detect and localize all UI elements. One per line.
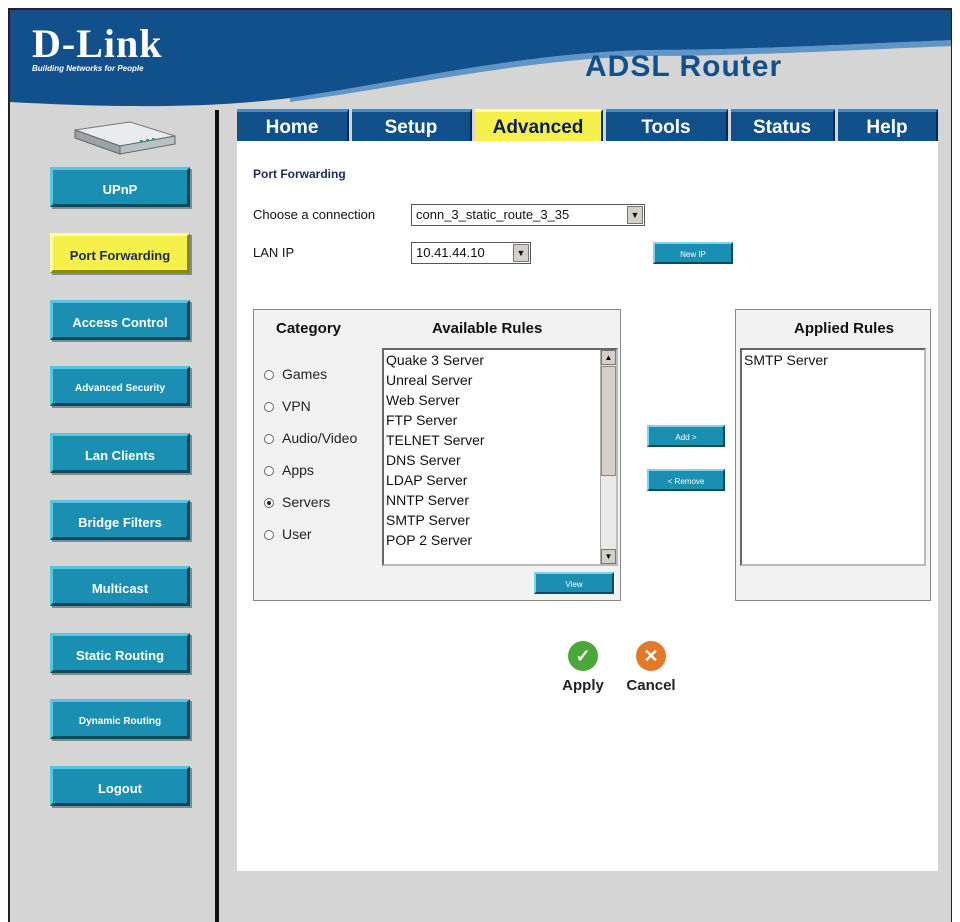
category-radio-apps[interactable]: Apps [264,462,314,478]
radio-label: User [282,526,312,542]
list-item[interactable]: Unreal Server [384,370,616,390]
list-item[interactable]: TELNET Server [384,430,616,450]
category-radio-vpn[interactable]: VPN [264,398,311,414]
sidebar-item-static-routing[interactable]: Static Routing [50,633,190,673]
scroll-thumb[interactable] [601,366,616,476]
new-ip-button[interactable]: New IP [653,242,733,264]
tab-status[interactable]: Status [731,109,835,141]
radio-icon [264,530,274,541]
available-rules-list[interactable]: Quake 3 Server Unreal Server Web Server … [382,348,618,566]
radio-label: VPN [282,398,311,414]
cancel-button[interactable]: ✕ Cancel [619,641,683,694]
remove-rule-button[interactable]: < Remove [647,469,725,491]
main-content: Port Forwarding Choose a connection conn… [237,141,938,871]
sidebar-item-dynamic-routing[interactable]: Dynamic Routing [50,699,190,739]
list-item[interactable]: Web Server [384,390,616,410]
tab-tools[interactable]: Tools [606,109,728,141]
radio-icon [264,434,274,445]
list-item[interactable]: Quake 3 Server [384,350,616,370]
sidebar-item-port-forwarding[interactable]: Port Forwarding [50,233,190,273]
list-item[interactable]: POP 2 Server [384,530,616,550]
radio-label: Games [282,366,328,382]
checkmark-icon: ✓ [568,641,598,671]
list-item[interactable]: DNS Server [384,450,616,470]
available-rules-header: Available Rules [432,320,543,337]
lan-ip-select[interactable]: 10.41.44.10 ▼ [411,242,531,264]
radio-label: Apps [282,462,314,478]
sidebar-divider [215,110,219,922]
cancel-label: Cancel [626,677,676,694]
sidebar-item-lan-clients[interactable]: Lan Clients [50,433,190,473]
chevron-down-icon: ▼ [513,244,529,262]
sidebar-item-access-control[interactable]: Access Control [50,300,190,340]
category-radio-audio-video[interactable]: Audio/Video [264,430,357,446]
list-item[interactable]: LDAP Server [384,470,616,490]
applied-rules-panel: Applied Rules SMTP Server [735,309,931,601]
radio-icon [264,370,274,381]
view-button[interactable]: View [534,572,614,594]
dlink-logo: D-Link Building Networks for People [32,21,163,74]
sidebar-item-bridge-filters[interactable]: Bridge Filters [50,500,190,540]
close-icon: ✕ [636,641,666,671]
list-item[interactable]: SMTP Server [384,510,616,530]
page-frame: D-Link Building Networks for People ADSL… [8,8,952,922]
list-item[interactable]: SMTP Server [742,350,924,370]
add-rule-button[interactable]: Add > [647,425,725,447]
applied-rules-header: Applied Rules [794,320,895,337]
connection-select[interactable]: conn_3_static_route_3_35 ▼ [411,204,645,226]
page-title: Port Forwarding [253,167,346,181]
logo-text: D-Link [32,21,163,66]
category-radio-games[interactable]: Games [264,366,327,382]
radio-icon [264,466,274,477]
radio-icon [264,402,274,413]
product-title: ADSL Router [585,50,783,83]
category-header: Category [276,320,342,337]
category-radio-servers[interactable]: Servers [264,494,330,510]
radio-label: Servers [282,494,331,510]
router-device-icon [74,121,176,155]
rules-panel: Category Available Rules Games VPN Audio… [253,309,621,601]
tab-help[interactable]: Help [838,109,938,141]
apply-label: Apply [562,677,604,694]
list-item[interactable]: NNTP Server [384,490,616,510]
logo-tagline: Building Networks for People [32,64,144,73]
connection-label: Choose a connection [253,207,376,222]
list-scrollbar[interactable]: ▲ ▼ [600,350,616,564]
scroll-up-icon[interactable]: ▲ [601,350,616,365]
list-item[interactable]: FTP Server [384,410,616,430]
sidebar-item-upnp[interactable]: UPnP [50,167,190,207]
tab-setup[interactable]: Setup [352,109,472,141]
scroll-down-icon[interactable]: ▼ [601,549,616,564]
apply-button[interactable]: ✓ Apply [553,641,613,694]
radio-label: Audio/Video [282,430,358,446]
tab-advanced[interactable]: Advanced [475,109,603,141]
tab-home[interactable]: Home [237,109,349,141]
sidebar-item-logout[interactable]: Logout [50,766,190,806]
lan-ip-label: LAN IP [253,245,295,260]
category-radio-user[interactable]: User [264,526,312,542]
sidebar-item-advanced-security[interactable]: Advanced Security [50,366,190,406]
chevron-down-icon: ▼ [627,206,643,224]
radio-selected-icon [264,498,274,509]
lan-ip-select-value: 10.41.44.10 [416,245,485,260]
sidebar-item-multicast[interactable]: Multicast [50,566,190,606]
applied-rules-list[interactable]: SMTP Server [740,348,926,566]
connection-select-value: conn_3_static_route_3_35 [416,207,570,222]
header-banner: D-Link Building Networks for People ADSL… [10,10,951,110]
